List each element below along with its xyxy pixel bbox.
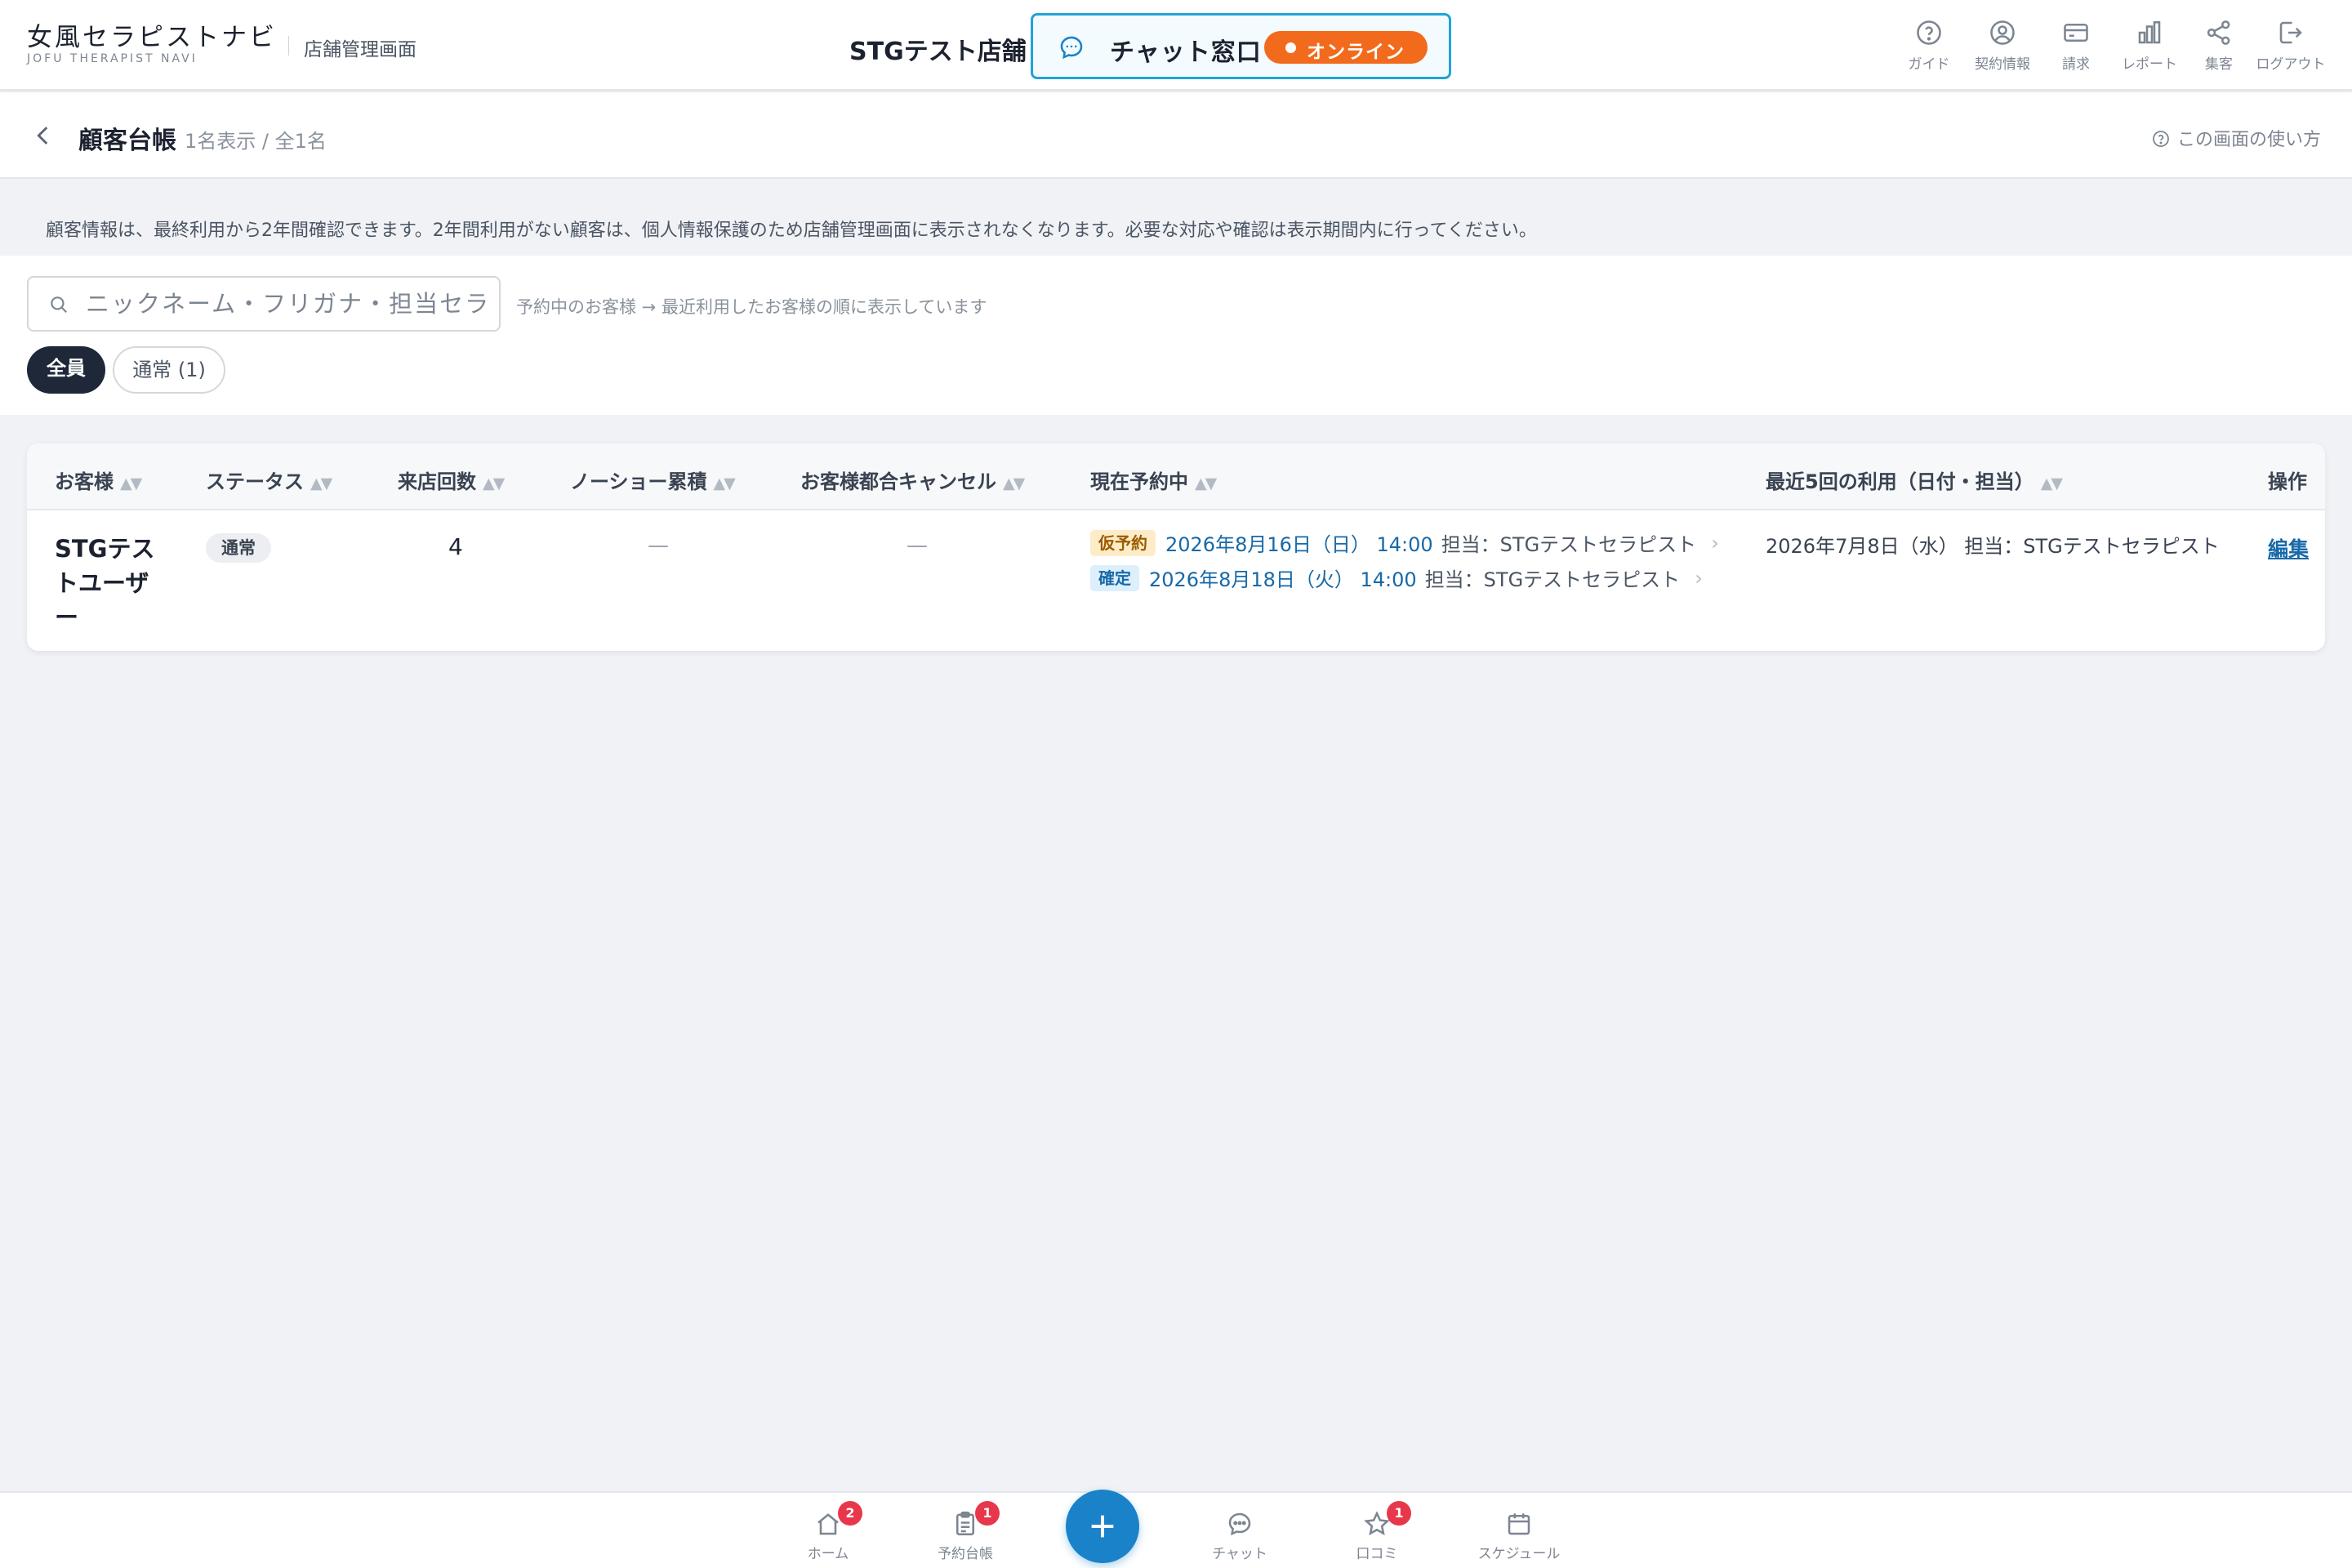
column-header-customer[interactable]: お客様 ▲▼ bbox=[55, 466, 142, 494]
reservation-staff: 担当：STGテストセラピスト bbox=[1441, 533, 1697, 556]
page-title-bar: 顧客台帳 1名表示 / 全1名 この画面の使い方 bbox=[0, 92, 2352, 179]
bar-chart-icon bbox=[2138, 20, 2161, 44]
sort-icon[interactable]: ▲▼ bbox=[310, 474, 332, 492]
logo[interactable]: 女風セラピストナビ bbox=[27, 16, 277, 53]
tentative-tag: 仮予約 bbox=[1090, 529, 1156, 556]
plus-icon bbox=[1091, 1515, 1114, 1538]
search-box[interactable] bbox=[27, 276, 501, 332]
reservation-item[interactable]: 確定 2026年8月18日（火） 14:00 担当：STGテストセラピスト › bbox=[1090, 564, 1703, 595]
back-chevron-icon[interactable] bbox=[29, 122, 57, 149]
bottom-nav-reservations-label: 予約台帳 bbox=[938, 1546, 993, 1562]
nav-marketing-label: 集客 bbox=[2205, 56, 2233, 73]
add-button[interactable] bbox=[1066, 1490, 1139, 1563]
bottom-nav: 2 ホーム 1 予約台帳 チャット 1 口コミ スケジュール bbox=[0, 1491, 2352, 1568]
column-header-visits[interactable]: 来店回数 ▲▼ bbox=[398, 466, 505, 494]
reservation-staff: 担当：STGテストセラピスト bbox=[1424, 568, 1681, 591]
customer-table: お客様 ▲▼ ステータス ▲▼ 来店回数 ▲▼ ノーショー累積 ▲▼ お客様都合キャンセ… bbox=[27, 443, 2325, 651]
admin-label: 店舗管理画面 bbox=[304, 39, 416, 60]
chevron-right-icon: › bbox=[1711, 531, 1719, 555]
reservation-date: 2026年8月18日（火） 14:00 bbox=[1149, 568, 1417, 591]
search-icon bbox=[51, 296, 67, 313]
credit-card-icon bbox=[2064, 23, 2088, 42]
cancel-value: — bbox=[906, 533, 928, 558]
logo-divider bbox=[288, 36, 289, 56]
nav-billing-label: 請求 bbox=[2062, 56, 2090, 73]
page-title: 顧客台帳 bbox=[78, 127, 176, 155]
retention-notice: 顧客情報は、最終利用から2年間確認できます。2年間利用がない顧客は、個人情報保護… bbox=[46, 220, 1537, 241]
noshow-value: — bbox=[648, 533, 669, 558]
customer-count: 1名表示 / 全1名 bbox=[185, 130, 327, 153]
logout-icon bbox=[2279, 21, 2302, 44]
bottom-nav-home[interactable]: 2 ホーム bbox=[779, 1501, 877, 1562]
share-icon bbox=[2207, 20, 2230, 45]
column-header-status[interactable]: ステータス ▲▼ bbox=[206, 466, 332, 494]
online-status-text: オンライン bbox=[1307, 42, 1405, 63]
logo-subtitle: JOFU THERAPIST NAVI bbox=[27, 52, 198, 65]
filter-chip-all[interactable]: 全員 bbox=[27, 346, 105, 394]
search-filter-area: 予約中のお客様 → 最近利用したお客様の順に表示しています 全員 通常 (1) bbox=[0, 256, 2352, 415]
nav-billing[interactable]: 請求 bbox=[2035, 18, 2117, 75]
chat-window-button[interactable]: チャット窓口 オンライン bbox=[1031, 13, 1451, 79]
bottom-nav-reviews-label: 口コミ bbox=[1356, 1546, 1398, 1562]
reservation-item[interactable]: 仮予約 2026年8月16日（日） 14:00 担当：STGテストセラピスト › bbox=[1090, 528, 1719, 559]
notification-badge: 1 bbox=[1387, 1501, 1411, 1526]
sort-order-hint: 予約中のお客様 → 最近利用したお客様の順に表示しています bbox=[516, 297, 987, 317]
search-input[interactable] bbox=[86, 287, 494, 320]
status-badge: 通常 bbox=[206, 533, 271, 563]
nav-contract-label: 契約情報 bbox=[1975, 56, 2030, 73]
sort-icon[interactable]: ▲▼ bbox=[714, 474, 736, 492]
recent-usage: 2026年7月8日（水） 担当：STGテストセラピスト bbox=[1766, 535, 2220, 558]
notification-badge: 2 bbox=[838, 1501, 862, 1526]
bottom-nav-schedule-label: スケジュール bbox=[1477, 1546, 1561, 1562]
chat-bubble-icon bbox=[1228, 1512, 1251, 1536]
notification-badge: 1 bbox=[975, 1501, 1000, 1526]
sort-icon[interactable]: ▲▼ bbox=[1003, 474, 1025, 492]
column-header-current-reservation[interactable]: 現在予約中 ▲▼ bbox=[1090, 466, 1217, 494]
calendar-icon bbox=[1508, 1513, 1530, 1535]
user-circle-icon bbox=[1990, 20, 2015, 45]
nav-logout-label: ログアウト bbox=[2256, 56, 2326, 73]
bottom-nav-chat[interactable]: チャット bbox=[1191, 1509, 1289, 1562]
chat-window-label: チャット窓口 bbox=[1110, 38, 1262, 67]
nav-guide[interactable]: ガイド bbox=[1888, 18, 1970, 75]
store-name: STGテスト店舗 bbox=[849, 38, 1027, 66]
online-status-badge: オンライン bbox=[1264, 31, 1428, 64]
question-circle-icon bbox=[1917, 20, 1941, 45]
bottom-nav-reservations[interactable]: 1 予約台帳 bbox=[916, 1501, 1014, 1562]
nav-marketing[interactable]: 集客 bbox=[2178, 18, 2260, 75]
chevron-right-icon: › bbox=[1695, 566, 1703, 590]
confirmed-tag: 確定 bbox=[1090, 564, 1139, 591]
sort-icon[interactable]: ▲▼ bbox=[1195, 474, 1217, 492]
top-header: 女風セラピストナビ JOFU THERAPIST NAVI 店舗管理画面 STG… bbox=[0, 0, 2352, 91]
online-dot-icon bbox=[1285, 42, 1296, 53]
sort-icon[interactable]: ▲▼ bbox=[2041, 474, 2063, 492]
nav-logout[interactable]: ログアウト bbox=[2250, 18, 2332, 75]
column-header-noshow[interactable]: ノーショー累積 ▲▼ bbox=[570, 466, 736, 494]
column-header-recent-usage[interactable]: 最近5回の利用（日付・担当） ▲▼ bbox=[1766, 466, 2063, 494]
edit-link[interactable]: 編集 bbox=[2268, 533, 2309, 563]
nav-contract[interactable]: 契約情報 bbox=[1962, 18, 2043, 75]
bottom-nav-home-label: ホーム bbox=[807, 1546, 849, 1562]
customer-name[interactable]: STGテストユーザー bbox=[55, 532, 169, 635]
bottom-nav-schedule[interactable]: スケジュール bbox=[1470, 1509, 1568, 1562]
help-circle-icon bbox=[2153, 131, 2169, 147]
column-header-action: 操作 bbox=[2268, 470, 2307, 493]
reservation-date: 2026年8月16日（日） 14:00 bbox=[1165, 533, 1433, 556]
table-header-row: お客様 ▲▼ ステータス ▲▼ 来店回数 ▲▼ ノーショー累積 ▲▼ お客様都合キャンセ… bbox=[27, 443, 2325, 510]
visit-count: 4 bbox=[448, 533, 463, 560]
sort-icon[interactable]: ▲▼ bbox=[483, 474, 505, 492]
filter-chip-normal[interactable]: 通常 (1) bbox=[113, 346, 225, 394]
bottom-nav-chat-label: チャット bbox=[1212, 1546, 1267, 1562]
sort-icon[interactable]: ▲▼ bbox=[120, 474, 142, 492]
chat-bubble-icon bbox=[1060, 36, 1083, 60]
bottom-nav-reviews[interactable]: 1 口コミ bbox=[1328, 1501, 1426, 1562]
column-header-cancel[interactable]: お客様都合キャンセル ▲▼ bbox=[800, 466, 1025, 494]
nav-guide-label: ガイド bbox=[1908, 56, 1950, 73]
help-link[interactable]: この画面の使い方 bbox=[2151, 125, 2321, 151]
help-link-label: この画面の使い方 bbox=[2177, 130, 2322, 150]
